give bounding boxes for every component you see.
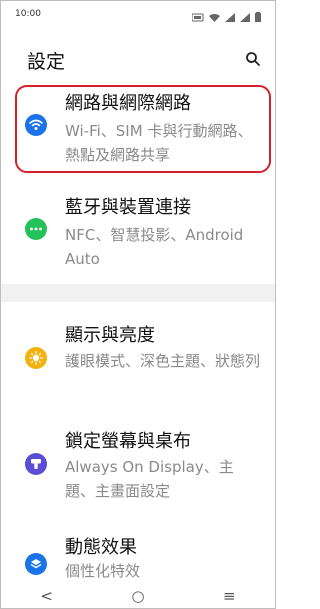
settings-item-title: 動態效果 bbox=[65, 537, 137, 558]
settings-item-title: 顯示與亮度 bbox=[65, 325, 155, 346]
status-bar: 10:00 bbox=[1, 1, 275, 27]
navigation-bar: < ○ ≡ bbox=[1, 583, 275, 608]
wifi-signal-icon bbox=[209, 7, 220, 26]
settings-item-subtitle: NFC、智慧投影、Android Auto bbox=[65, 226, 244, 268]
header: 設定 bbox=[1, 39, 275, 79]
search-icon[interactable] bbox=[245, 51, 261, 67]
hd-icon bbox=[191, 7, 204, 26]
page-title: 設定 bbox=[27, 51, 66, 73]
signal-1-icon bbox=[225, 7, 235, 26]
back-button[interactable]: < bbox=[32, 587, 62, 605]
signal-2-icon bbox=[240, 7, 250, 26]
settings-item-subtitle: 個性化特效 bbox=[65, 562, 141, 580]
settings-item-bluetooth[interactable]: 藍牙與裝置連接 NFC、智慧投影、Android Auto bbox=[1, 191, 275, 271]
settings-item-effects[interactable]: 動態效果 個性化特效 bbox=[1, 531, 275, 585]
settings-screen: 10:00 設定 網路與網際網路 Wi-Fi、SIM 卡與行動網路、熱點及網路共… bbox=[0, 0, 276, 609]
home-button[interactable]: ○ bbox=[123, 587, 153, 605]
status-icons bbox=[191, 7, 261, 26]
theme-icon bbox=[25, 453, 47, 475]
highlight-box bbox=[15, 85, 271, 173]
settings-item-title: 藍牙與裝置連接 bbox=[65, 197, 191, 218]
settings-item-subtitle: 護眼模式、深色主題、狀態列 bbox=[65, 352, 261, 370]
recents-button[interactable]: ≡ bbox=[214, 587, 244, 605]
settings-item-lockscreen[interactable]: 鎖定螢幕與桌布 Always On Display、主題、主畫面設定 bbox=[1, 425, 275, 505]
settings-item-display[interactable]: 顯示與亮度 護眼模式、深色主題、狀態列 bbox=[1, 319, 275, 399]
status-time: 10:00 bbox=[15, 9, 41, 19]
settings-item-subtitle: Always On Display、主題、主畫面設定 bbox=[65, 458, 234, 500]
bluetooth-devices-icon bbox=[25, 218, 47, 240]
settings-item-title: 鎖定螢幕與桌布 bbox=[65, 431, 191, 452]
section-divider bbox=[1, 284, 275, 302]
effects-icon bbox=[25, 553, 47, 575]
brightness-icon bbox=[25, 347, 47, 369]
battery-icon bbox=[255, 7, 261, 26]
